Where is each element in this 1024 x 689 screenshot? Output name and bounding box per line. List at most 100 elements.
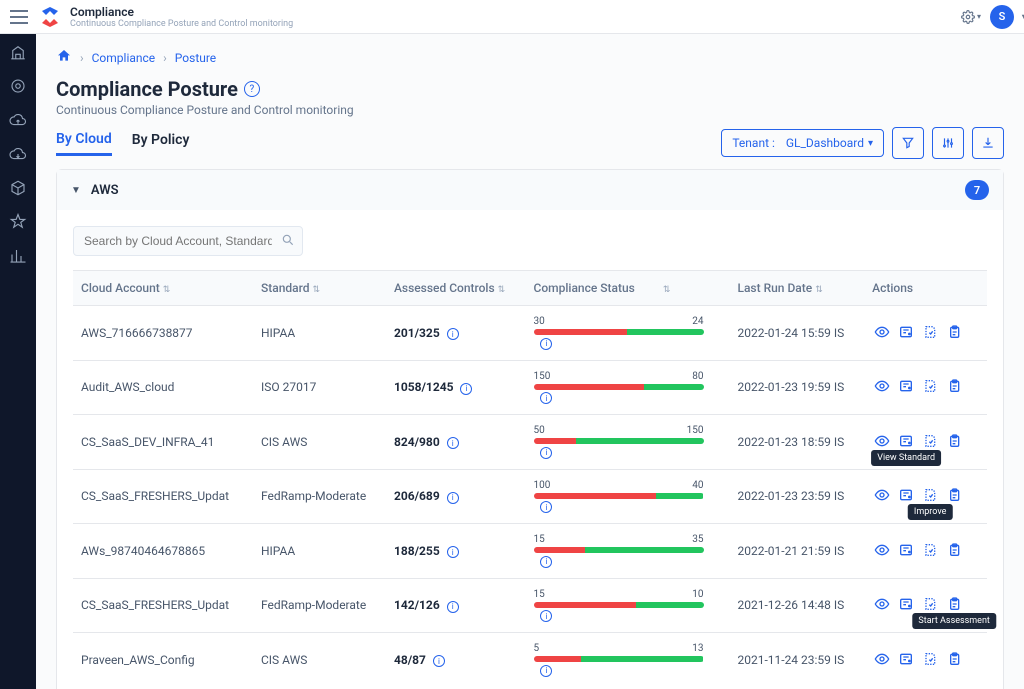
improve-icon[interactable]: [920, 377, 940, 395]
cell-assessed: 201/325 i: [386, 306, 526, 361]
clipboard-icon[interactable]: [944, 323, 964, 341]
improve-icon[interactable]: [920, 595, 940, 613]
view-standard-icon[interactable]: View Standard: [896, 432, 916, 450]
info-icon[interactable]: i: [540, 556, 552, 568]
clipboard-icon[interactable]: [944, 377, 964, 395]
view-icon[interactable]: [872, 486, 892, 504]
sort-icon[interactable]: ⇅: [663, 285, 671, 295]
nav-target[interactable]: [8, 76, 28, 96]
clipboard-icon[interactable]: Start Assessment: [944, 595, 964, 613]
view-icon[interactable]: [872, 377, 892, 395]
info-icon[interactable]: i: [447, 492, 459, 504]
clipboard-icon[interactable]: [944, 541, 964, 559]
sort-icon[interactable]: ⇅: [498, 285, 506, 295]
user-avatar[interactable]: S▾: [990, 5, 1014, 29]
download-icon: [981, 136, 995, 150]
view-icon[interactable]: [872, 432, 892, 450]
cell-status: 50150 i: [526, 415, 730, 470]
info-icon[interactable]: i: [540, 338, 552, 350]
view-standard-icon[interactable]: [896, 541, 916, 559]
table-row: AWs_98740464678865HIPAA188/255 i1535 i20…: [73, 524, 987, 579]
info-icon[interactable]: i: [540, 392, 552, 404]
cell-actions: [864, 306, 987, 361]
hamburger-menu[interactable]: [10, 10, 28, 24]
cell-actions: [864, 360, 987, 415]
breadcrumb-posture[interactable]: Posture: [175, 51, 216, 65]
tooltip-improve: Improve: [908, 504, 953, 520]
info-icon[interactable]: i: [447, 546, 459, 558]
improve-icon[interactable]: [920, 323, 940, 341]
cell-lastrun: 2022-01-23 23:59 IS: [729, 469, 864, 524]
info-icon[interactable]: i: [447, 437, 459, 449]
gear-icon: [961, 10, 975, 24]
info-icon[interactable]: i: [433, 655, 445, 667]
improve-icon[interactable]: [920, 650, 940, 668]
sidebar: [0, 34, 36, 689]
improve-icon[interactable]: Improve: [920, 486, 940, 504]
settings-button[interactable]: ▾: [960, 6, 982, 28]
nav-cloud-down[interactable]: [8, 144, 28, 164]
chevron-down-icon: ▾: [868, 138, 873, 149]
view-standard-icon[interactable]: [896, 650, 916, 668]
tenant-selector[interactable]: Tenant : GL_Dashboard ▾: [721, 129, 884, 157]
clipboard-icon[interactable]: [944, 650, 964, 668]
cell-status: 513 i: [526, 633, 730, 687]
cell-status: 15080 i: [526, 360, 730, 415]
cell-lastrun: 2022-01-21 21:59 IS: [729, 524, 864, 579]
info-icon[interactable]: i: [447, 601, 459, 613]
view-standard-icon[interactable]: [896, 323, 916, 341]
col-lastrun: Last Run Date⇅: [729, 271, 864, 306]
view-icon[interactable]: [872, 595, 892, 613]
cell-actions: Improve: [864, 469, 987, 524]
nav-package[interactable]: [8, 178, 28, 198]
tab-by-policy[interactable]: By Policy: [132, 132, 190, 154]
help-icon[interactable]: ?: [244, 81, 260, 97]
view-standard-icon[interactable]: [896, 486, 916, 504]
cell-actions: Start Assessment: [864, 578, 987, 633]
breadcrumb: › Compliance › Posture: [56, 48, 1004, 67]
info-icon[interactable]: i: [540, 610, 552, 622]
nav-analytics[interactable]: [8, 246, 28, 266]
view-standard-icon[interactable]: [896, 595, 916, 613]
sort-icon[interactable]: ⇅: [313, 285, 321, 295]
sort-icon[interactable]: ⇅: [815, 285, 823, 295]
page-title: Compliance Posture: [56, 77, 238, 101]
cell-account: CS_SaaS_DEV_INFRA_41: [73, 415, 253, 470]
view-standard-icon[interactable]: [896, 377, 916, 395]
cell-actions: [864, 524, 987, 579]
info-icon[interactable]: i: [540, 665, 552, 677]
clipboard-icon[interactable]: [944, 432, 964, 450]
info-icon[interactable]: i: [460, 383, 472, 395]
nav-star[interactable]: [8, 212, 28, 232]
view-icon[interactable]: [872, 541, 892, 559]
filter-button[interactable]: [892, 127, 924, 159]
info-icon[interactable]: i: [447, 328, 459, 340]
table-row: CS_SaaS_FRESHERS_UpdatFedRamp-Moderate20…: [73, 469, 987, 524]
improve-icon[interactable]: [920, 541, 940, 559]
sliders-button[interactable]: [932, 127, 964, 159]
info-icon[interactable]: i: [540, 501, 552, 513]
section-aws-header[interactable]: ▼ AWS 7: [57, 170, 1003, 210]
nav-governance[interactable]: [8, 42, 28, 62]
clipboard-icon[interactable]: [944, 486, 964, 504]
cell-account: CS_SaaS_FRESHERS_Updat: [73, 578, 253, 633]
page-subtitle: Continuous Compliance Posture and Contro…: [56, 103, 1004, 117]
view-icon[interactable]: [872, 323, 892, 341]
sort-icon[interactable]: ⇅: [163, 285, 171, 295]
view-icon[interactable]: [872, 650, 892, 668]
table-row: AWS_716666738877HIPAA201/325 i3024 i2022…: [73, 306, 987, 361]
breadcrumb-compliance[interactable]: Compliance: [92, 51, 156, 65]
search-input[interactable]: [73, 226, 303, 256]
nav-cloud[interactable]: [8, 110, 28, 130]
col-actions: Actions: [864, 271, 987, 306]
cell-assessed: 824/980 i: [386, 415, 526, 470]
cell-standard: HIPAA: [253, 524, 386, 579]
download-button[interactable]: [972, 127, 1004, 159]
info-icon[interactable]: i: [540, 447, 552, 459]
cell-standard: HIPAA: [253, 306, 386, 361]
improve-icon[interactable]: [920, 432, 940, 450]
home-icon[interactable]: [56, 48, 72, 67]
logo-area: Compliance Continuous Compliance Posture…: [38, 5, 293, 29]
cell-status: 1535 i: [526, 524, 730, 579]
tab-by-cloud[interactable]: By Cloud: [56, 131, 112, 156]
